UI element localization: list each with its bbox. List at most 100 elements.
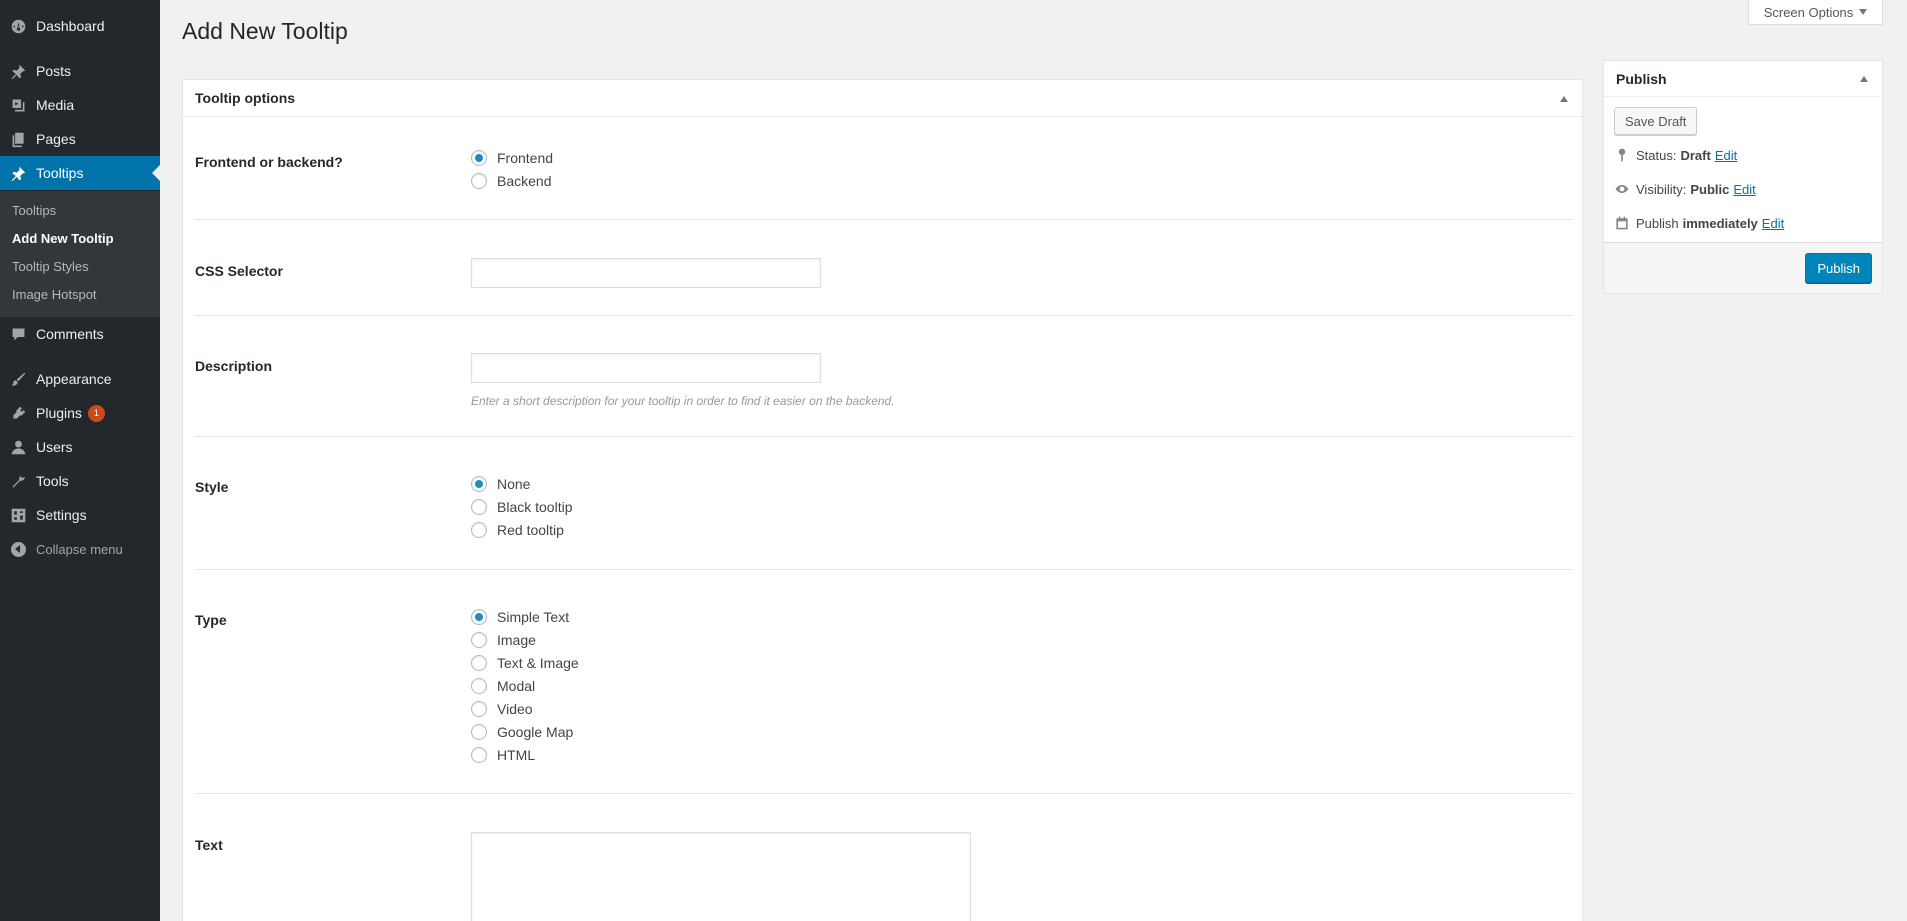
visibility-row: Visibility: Public Edit <box>1614 181 1756 197</box>
menu-item-settings[interactable]: Settings <box>0 498 160 532</box>
visibility-value: Public <box>1690 181 1730 197</box>
calendar-icon <box>1614 215 1636 231</box>
submenu-item-add-new-tooltip[interactable]: Add New Tooltip <box>12 231 114 246</box>
publish-actions: Publish <box>1604 242 1882 293</box>
divider <box>195 315 1572 316</box>
radio-style-red[interactable]: Red tooltip <box>471 522 564 538</box>
radio-style-black[interactable]: Black tooltip <box>471 499 572 515</box>
wrench-icon <box>0 473 36 490</box>
publish-button[interactable]: Publish <box>1805 253 1872 283</box>
radio-label: HTML <box>497 747 536 763</box>
submenu-item-image-hotspot[interactable]: Image Hotspot <box>12 287 97 302</box>
radio-label: Google Map <box>497 724 574 740</box>
user-icon <box>0 439 36 456</box>
collapse-toggle-icon[interactable] <box>1560 96 1568 102</box>
menu-item-tooltips[interactable]: Tooltips <box>0 156 160 190</box>
text-textarea[interactable] <box>471 832 971 921</box>
divider <box>195 219 1572 220</box>
tooltip-options-header[interactable]: Tooltip options <box>183 80 1582 117</box>
frontend-backend-label: Frontend or backend? <box>195 154 343 170</box>
radio-type-simple-text[interactable]: Simple Text <box>471 609 569 625</box>
screen-options-label: Screen Options <box>1763 4 1854 20</box>
description-label: Description <box>195 358 273 374</box>
edit-status-link[interactable]: Edit <box>1715 148 1737 163</box>
comment-icon <box>0 326 36 343</box>
menu-item-posts[interactable]: Posts <box>0 54 160 88</box>
radio-type-video[interactable]: Video <box>471 701 533 717</box>
pin-icon <box>0 165 36 182</box>
menu-label: Users <box>36 439 73 455</box>
menu-item-pages[interactable]: Pages <box>0 122 160 156</box>
menu-item-appearance[interactable]: Appearance <box>0 362 160 396</box>
menu-label: Tooltips <box>36 165 84 181</box>
menu-label: Pages <box>36 131 76 147</box>
menu-item-dashboard[interactable]: Dashboard <box>0 9 160 43</box>
collapse-icon <box>0 541 36 557</box>
menu-label: Settings <box>36 507 87 523</box>
menu-item-plugins[interactable]: Plugins 1 <box>0 396 160 430</box>
submenu-item-tooltip-styles[interactable]: Tooltip Styles <box>12 259 89 274</box>
tooltips-submenu: Tooltips Add New Tooltip Tooltip Styles … <box>0 191 160 317</box>
radio-button[interactable] <box>471 173 487 189</box>
radio-type-text-image[interactable]: Text & Image <box>471 655 579 671</box>
radio-button[interactable] <box>471 522 487 538</box>
radio-button[interactable] <box>471 476 487 492</box>
radio-button[interactable] <box>471 499 487 515</box>
publish-date-value: immediately <box>1682 215 1758 231</box>
menu-label: Plugins <box>36 405 82 421</box>
settings-icon <box>0 507 36 524</box>
radio-label: Image <box>497 632 536 648</box>
divider <box>195 569 1572 570</box>
radio-type-google-map[interactable]: Google Map <box>471 724 573 740</box>
radio-label: Black tooltip <box>497 499 573 515</box>
publish-header[interactable]: Publish <box>1604 61 1882 97</box>
radio-button[interactable] <box>471 747 487 763</box>
radio-type-html[interactable]: HTML <box>471 747 535 763</box>
radio-button[interactable] <box>471 632 487 648</box>
page-title: Add New Tooltip <box>182 18 348 44</box>
radio-button[interactable] <box>471 678 487 694</box>
screen-options-button[interactable]: Screen Options <box>1748 0 1883 25</box>
radio-button[interactable] <box>471 655 487 671</box>
status-value: Draft <box>1680 147 1711 163</box>
collapse-toggle-icon[interactable] <box>1860 76 1868 82</box>
radio-label: None <box>497 476 531 492</box>
admin-sidebar: Dashboard Posts Media Pages Tooltips Too… <box>0 0 160 921</box>
radio-label: Simple Text <box>497 609 570 625</box>
status-row: Status: Draft Edit <box>1614 147 1737 163</box>
radio-type-modal[interactable]: Modal <box>471 678 535 694</box>
menu-item-media[interactable]: Media <box>0 88 160 122</box>
publish-date-label: Publish <box>1636 215 1679 231</box>
menu-label: Posts <box>36 63 72 79</box>
submenu-item-tooltips[interactable]: Tooltips <box>12 203 56 218</box>
status-label: Status: <box>1636 147 1677 163</box>
save-draft-button[interactable]: Save Draft <box>1614 107 1698 135</box>
radio-button[interactable] <box>471 701 487 717</box>
media-icon <box>0 97 36 114</box>
dashboard-icon <box>0 18 36 35</box>
brush-icon <box>0 371 36 388</box>
menu-item-tools[interactable]: Tools <box>0 464 160 498</box>
text-label: Text <box>195 837 223 853</box>
menu-label: Tools <box>36 473 69 489</box>
radio-label: Backend <box>497 173 552 189</box>
radio-frontend[interactable]: Frontend <box>471 150 553 166</box>
radio-label: Modal <box>497 678 536 694</box>
publish-date-row: Publish immediately Edit <box>1614 215 1784 231</box>
menu-item-users[interactable]: Users <box>0 430 160 464</box>
radio-backend[interactable]: Backend <box>471 173 551 189</box>
radio-type-image[interactable]: Image <box>471 632 536 648</box>
menu-label: Dashboard <box>36 18 105 34</box>
description-input[interactable] <box>471 353 821 383</box>
radio-button[interactable] <box>471 150 487 166</box>
menu-item-comments[interactable]: Comments <box>0 317 160 351</box>
edit-publish-date-link[interactable]: Edit <box>1762 216 1784 231</box>
radio-style-none[interactable]: None <box>471 476 530 492</box>
visibility-label: Visibility: <box>1636 181 1687 197</box>
radio-button[interactable] <box>471 609 487 625</box>
collapse-menu-button[interactable]: Collapse menu <box>0 532 160 566</box>
css-selector-input[interactable] <box>471 258 821 288</box>
box-title: Tooltip options <box>195 90 296 106</box>
edit-visibility-link[interactable]: Edit <box>1733 182 1755 197</box>
radio-button[interactable] <box>471 724 487 740</box>
